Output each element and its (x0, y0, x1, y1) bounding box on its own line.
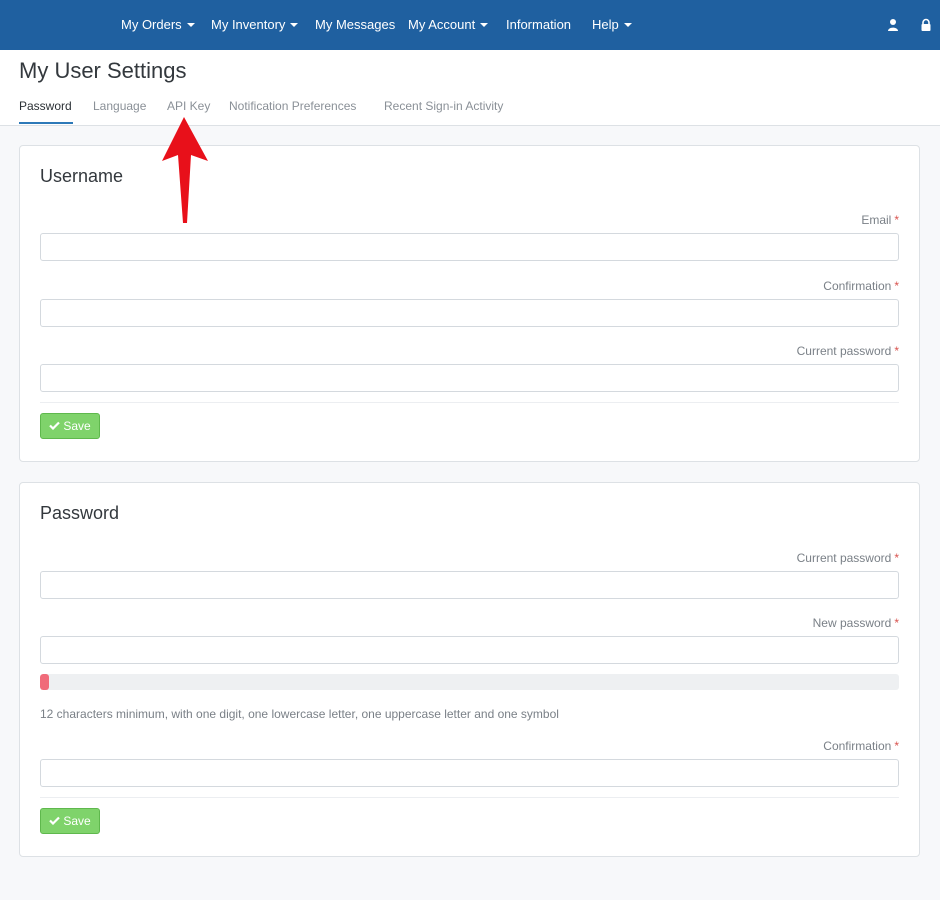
caret-down-icon (290, 22, 299, 27)
nav-help-label: Help (592, 17, 619, 32)
form-divider (40, 402, 899, 403)
lock-icon[interactable] (920, 18, 932, 32)
nav-my-inventory[interactable]: My Inventory (211, 0, 299, 50)
username-card: Username Email * Confirmation * Current pa… (19, 145, 920, 462)
email-input[interactable] (40, 233, 899, 261)
required-marker: * (894, 739, 899, 753)
password-requirements-hint: 12 characters minimum, with one digit, o… (40, 707, 559, 721)
page-title: My User Settings (19, 58, 187, 83)
email-confirmation-input[interactable] (40, 299, 899, 327)
current-password-input[interactable] (40, 571, 899, 599)
check-icon (49, 817, 61, 826)
nav-my-account[interactable]: My Account (408, 0, 489, 50)
username-save-button[interactable]: Save (40, 413, 100, 439)
nav-my-orders-label: My Orders (121, 17, 182, 32)
form-divider (40, 797, 899, 798)
required-marker: * (894, 616, 899, 630)
email-confirmation-label-text: Confirmation (823, 279, 892, 293)
nav-my-orders[interactable]: My Orders (121, 0, 195, 50)
tab-language[interactable]: Language (93, 99, 146, 113)
password-card: Password Current password * New password *… (19, 482, 920, 857)
required-marker: * (894, 344, 899, 358)
tab-api-key[interactable]: API Key (167, 99, 210, 113)
user-icon[interactable] (887, 18, 899, 32)
email-label-text: Email (861, 213, 892, 227)
nav-my-messages-label: My Messages (315, 17, 396, 32)
nav-information-label: Information (506, 17, 572, 32)
nav-help[interactable]: Help (592, 0, 632, 50)
new-password-label: New password * (813, 616, 899, 630)
required-marker: * (894, 279, 899, 293)
active-tab-indicator (19, 122, 73, 124)
username-save-label: Save (63, 419, 91, 433)
current-password-label: Current password * (797, 551, 899, 565)
email-label: Email * (861, 213, 899, 227)
password-strength-fill (40, 674, 49, 690)
tab-recent-sign-in-activity[interactable]: Recent Sign-in Activity (384, 99, 503, 113)
nav-my-inventory-label: My Inventory (211, 17, 286, 32)
password-save-button[interactable]: Save (40, 808, 100, 834)
username-section-title: Username (40, 166, 124, 186)
current-password-label-text: Current password (796, 551, 892, 565)
check-icon (49, 422, 61, 431)
username-current-password-label: Current password * (797, 344, 899, 358)
new-password-input[interactable] (40, 636, 899, 664)
password-section-title: Password (40, 503, 120, 523)
annotation-arrow-up-icon (162, 117, 208, 223)
nav-my-messages[interactable]: My Messages (315, 0, 395, 50)
username-current-password-input[interactable] (40, 364, 899, 392)
tab-notification-preferences[interactable]: Notification Preferences (229, 99, 356, 113)
tab-password[interactable]: Password (19, 99, 72, 113)
username-current-password-label-text: Current password (796, 344, 892, 358)
required-marker: * (894, 551, 899, 565)
required-marker: * (894, 213, 899, 227)
password-confirmation-label-text: Confirmation (823, 739, 892, 753)
caret-down-icon (186, 22, 195, 27)
nav-information[interactable]: Information (506, 0, 571, 50)
password-strength-meter (40, 674, 899, 690)
password-confirmation-label: Confirmation * (823, 739, 899, 753)
caret-down-icon (623, 22, 632, 27)
caret-down-icon (480, 22, 489, 27)
password-save-label: Save (63, 814, 91, 828)
top-navbar: My Orders My Inventory My Messages My Ac… (0, 0, 940, 50)
new-password-label-text: New password (812, 616, 892, 630)
nav-my-account-label: My Account (408, 17, 476, 32)
password-confirmation-input[interactable] (40, 759, 899, 787)
email-confirmation-label: Confirmation * (823, 279, 899, 293)
